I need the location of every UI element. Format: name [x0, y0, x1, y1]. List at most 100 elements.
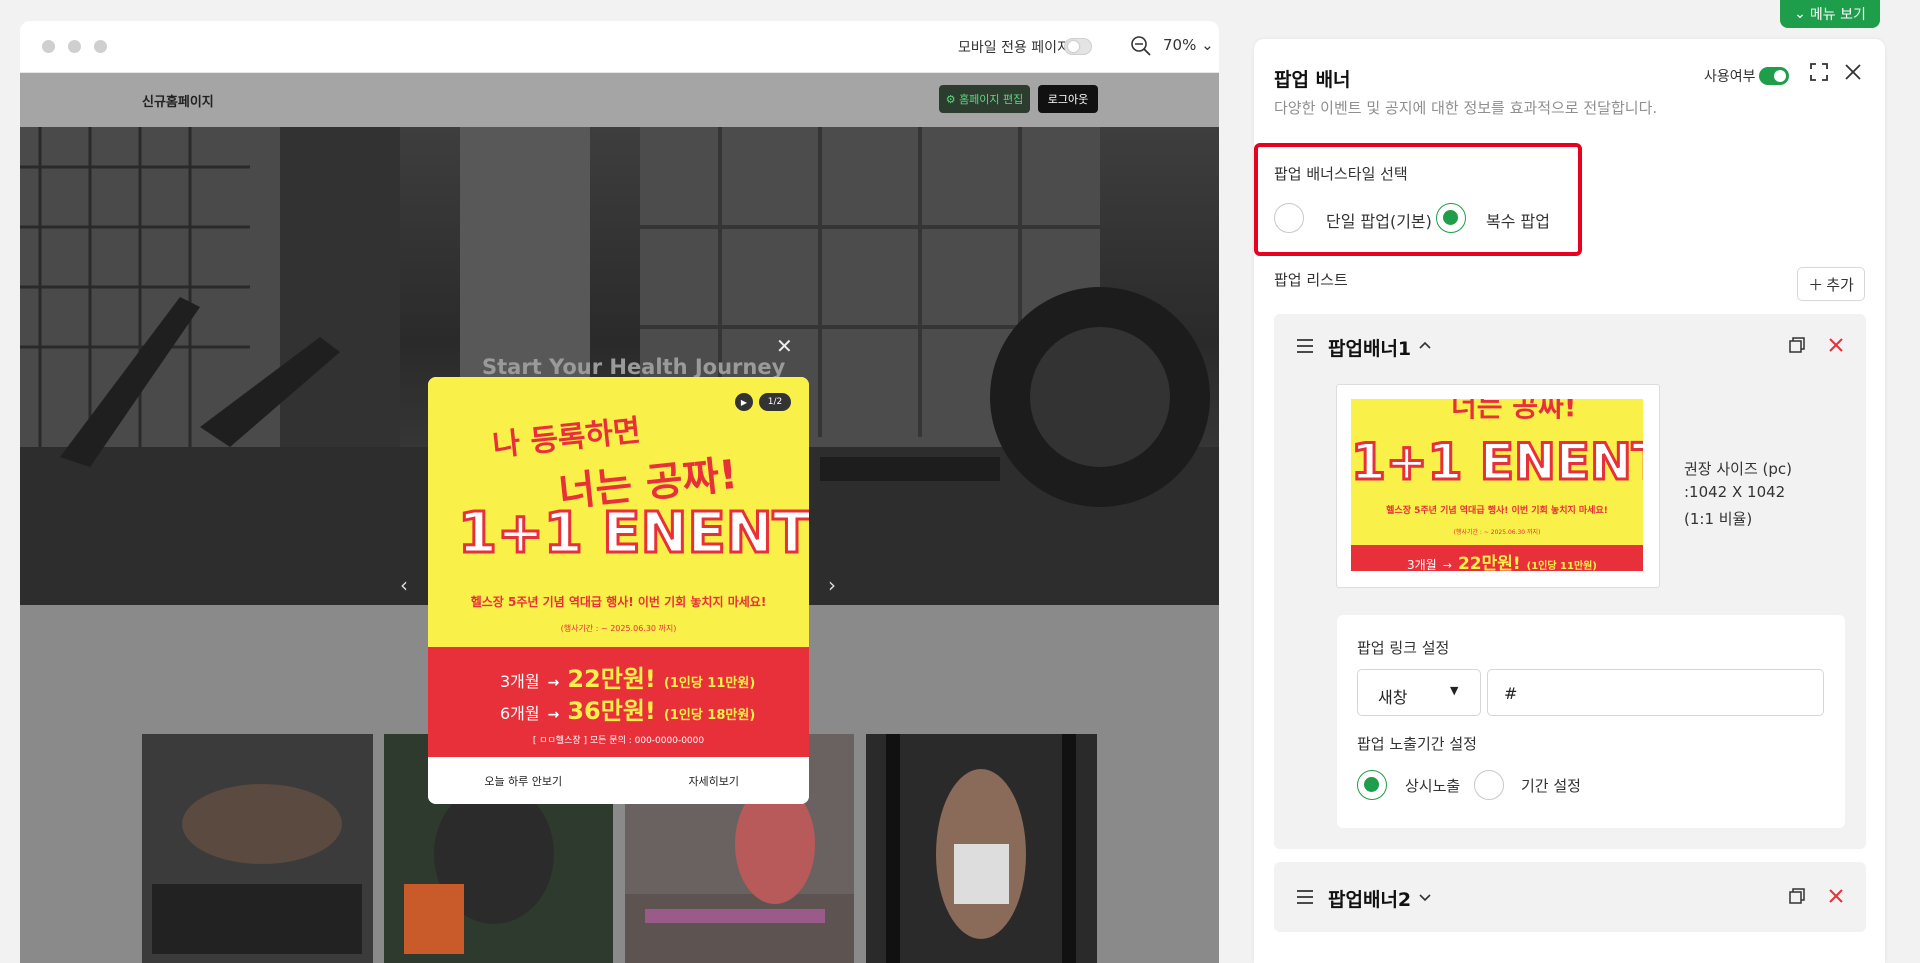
copy-icon[interactable]: [1788, 887, 1806, 905]
window-dot: [94, 40, 107, 53]
popup-contact: [ ㅁㅁ헬스장 ] 모든 문의 : 000-0000-0000: [532, 736, 705, 746]
size-note-2: :1042 X 1042: [1684, 483, 1786, 501]
drag-handle-icon[interactable]: [1296, 889, 1314, 905]
popup-red-area: 3개월 → 22만원! (1인당 11만원) 6개월 → 36만원! (1인당 …: [428, 647, 809, 757]
zoom-select[interactable]: 70% ⌄: [1163, 36, 1214, 54]
chevron-down-icon: ⌄: [1201, 36, 1214, 54]
banner-style-section: 팝업 배너스타일 선택 단일 팝업(기본) 복수 팝업: [1254, 143, 1582, 256]
mobile-only-toggle[interactable]: [1064, 38, 1092, 55]
zoom-value: 70%: [1163, 36, 1197, 54]
period-radio[interactable]: [1474, 770, 1504, 800]
hide-today-button[interactable]: 오늘 하루 안보기: [428, 757, 619, 804]
link-url-input[interactable]: #: [1487, 669, 1824, 716]
multi-popup-radio[interactable]: [1436, 203, 1466, 233]
multi-popup-label: 복수 팝업: [1486, 212, 1550, 231]
popup-banner-card: 팝업배너2: [1274, 862, 1866, 932]
offer-month: 6개월: [500, 704, 540, 723]
logout-button[interactable]: 로그아웃: [1038, 85, 1098, 113]
use-toggle[interactable]: [1759, 67, 1789, 85]
next-slide-icon[interactable]: ›: [828, 573, 836, 597]
close-icon[interactable]: [1843, 62, 1863, 82]
banner-thumbnail[interactable]: 너는 공짜! 1+1 ENENT 헬스장 5주년 기념 역대급 행사! 이번 기…: [1336, 384, 1660, 588]
event-popup: ▶ 1/2 나 등록하면 너는 공짜! 1+1 ENENT 헬스장 5주년 기념…: [428, 377, 809, 804]
offer-price: 36만원!: [567, 697, 656, 725]
window-dot: [42, 40, 55, 53]
site-header: 신규홈페이지 ⚙ 홈페이지 편집 로그아웃: [20, 73, 1219, 127]
single-popup-radio[interactable]: [1274, 203, 1304, 233]
arrow-right-icon: →: [1442, 559, 1452, 571]
drag-handle-icon[interactable]: [1296, 338, 1314, 354]
arrow-right-icon: →: [547, 675, 560, 691]
offer-note: (1인당 11만원): [663, 676, 756, 691]
site-preview: 신규홈페이지 ⚙ 홈페이지 편집 로그아웃 Start Your Health …: [20, 73, 1219, 963]
popup-banner-card: 팝업배너1 너는 공짜! 1+1 ENENT 헬스장 5주년 기념 역대급 행사…: [1274, 314, 1866, 849]
popup-list-label: 팝업 리스트: [1274, 271, 1348, 289]
window-titlebar: 모바일 전용 페이지 70% ⌄: [20, 21, 1219, 73]
thumbnail-offer-note: (1인당 11만원): [1526, 561, 1597, 571]
popup-offer-row: 3개월 → 22만원! (1인당 11만원): [500, 659, 755, 694]
window-dot: [68, 40, 81, 53]
exposure-label: 팝업 노출기간 설정: [1357, 735, 1477, 753]
popup-yellow-area: ▶ 1/2 나 등록하면 너는 공짜! 1+1 ENENT 헬스장 5주년 기념…: [428, 377, 809, 647]
hero-headline: Start Your Health Journey: [482, 355, 786, 379]
popup-subtitle: 헬스장 5주년 기념 역대급 행사! 이번 기회 놓치지 마세요!: [470, 595, 767, 609]
popup-footer: 오늘 하루 안보기 자세히보기: [428, 757, 809, 804]
expand-icon[interactable]: [1809, 62, 1829, 82]
thumbnail-subtitle: 헬스장 5주년 기념 역대급 행사! 이번 기회 놓치지 마세요!: [1386, 506, 1608, 516]
homepage-edit-label: 홈페이지 편집: [959, 93, 1024, 106]
play-icon[interactable]: ▶: [735, 393, 753, 411]
banner-title: 팝업배너1: [1328, 338, 1412, 360]
use-label: 사용여부: [1704, 69, 1756, 85]
delete-icon[interactable]: [1827, 887, 1845, 905]
chevron-down-icon[interactable]: [1418, 893, 1432, 903]
gallery-image: [142, 734, 373, 963]
popup-offer-row: 6개월 → 36만원! (1인당 18만원): [500, 691, 755, 726]
thumbnail-offer-price: 22만원!: [1457, 554, 1521, 571]
chevron-down-icon: ⌄: [1794, 6, 1806, 22]
mobile-only-label: 모바일 전용 페이지: [958, 40, 1070, 56]
arrow-right-icon: →: [547, 707, 560, 723]
link-target-select[interactable]: 새창 ▼: [1357, 669, 1481, 716]
popup-banner-panel: 팝업 배너 다양한 이벤트 및 공지에 대한 정보를 효과적으로 전달합니다. …: [1254, 39, 1885, 963]
plus-icon: ＋: [1808, 275, 1824, 294]
thumbnail-period: (행사기간 : ~ 2025.06.30 까지): [1453, 529, 1541, 536]
link-target-value: 새창: [1378, 688, 1408, 707]
size-note-3: (1:1 비율): [1684, 510, 1753, 528]
popup-headline: 1+1 ENENT: [457, 500, 810, 568]
thumbnail-offer-row: 3개월 → 22만원! (1인당 11만원): [1407, 549, 1597, 571]
always-show-label: 상시노출: [1405, 777, 1461, 795]
thumbnail-line: 너는 공짜!: [1451, 399, 1577, 423]
panel-description: 다양한 이벤트 및 공지에 대한 정보를 효과적으로 전달합니다.: [1274, 99, 1658, 117]
style-label: 팝업 배너스타일 선택: [1274, 165, 1408, 183]
caret-down-icon: ▼: [1450, 684, 1459, 697]
link-settings-label: 팝업 링크 설정: [1357, 639, 1450, 657]
popup-close-icon[interactable]: ✕: [776, 334, 793, 358]
prev-slide-icon[interactable]: ‹: [400, 573, 408, 597]
offer-month: 3개월: [500, 672, 540, 691]
single-popup-label: 단일 팝업(기본): [1326, 212, 1432, 231]
menu-view-button[interactable]: ⌄ 메뉴 보기: [1780, 0, 1880, 28]
banner-title: 팝업배너2: [1328, 889, 1412, 911]
thumbnail-image: 너는 공짜! 1+1 ENENT 헬스장 5주년 기념 역대급 행사! 이번 기…: [1351, 399, 1643, 571]
zoom-out-icon[interactable]: [1130, 35, 1152, 57]
thumbnail-headline: 1+1 ENENT: [1351, 432, 1643, 493]
always-show-radio[interactable]: [1357, 770, 1387, 800]
period-label: 기간 설정: [1521, 777, 1581, 795]
delete-icon[interactable]: [1827, 336, 1845, 354]
thumbnail-red-band: 3개월 → 22만원! (1인당 11만원): [1351, 545, 1643, 571]
link-settings-box: 팝업 링크 설정 새창 ▼ # 팝업 노출기간 설정 상시노출 기간 설정: [1337, 615, 1845, 828]
size-note-1: 권장 사이즈 (pc): [1684, 460, 1793, 478]
homepage-edit-button[interactable]: ⚙ 홈페이지 편집: [939, 85, 1030, 113]
copy-icon[interactable]: [1788, 336, 1806, 354]
slide-counter: 1/2: [759, 393, 791, 411]
preview-window: 모바일 전용 페이지 70% ⌄ 신규홈페이지 ⚙ 홈페이지 편집 로그아웃 S…: [20, 21, 1219, 963]
offer-price: 22만원!: [567, 665, 656, 693]
site-logo: 신규홈페이지: [142, 95, 214, 110]
thumbnail-offer-month: 3개월: [1407, 558, 1437, 571]
gallery-image: [866, 734, 1097, 963]
menu-view-label: 메뉴 보기: [1809, 7, 1866, 23]
offer-note: (1인당 18만원): [663, 708, 756, 723]
view-details-button[interactable]: 자세히보기: [619, 757, 810, 804]
add-button[interactable]: ＋ 추가: [1797, 267, 1865, 301]
chevron-up-icon[interactable]: [1418, 340, 1432, 350]
